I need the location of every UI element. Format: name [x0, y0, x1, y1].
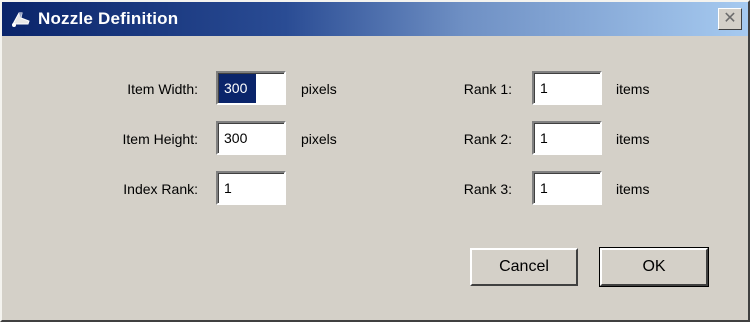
index-rank-label: Index Rank:	[123, 181, 198, 197]
close-icon: ✕	[723, 10, 737, 27]
rank-2-unit: items	[616, 131, 650, 147]
title-bar[interactable]: Nozzle Definition ✕	[2, 2, 748, 36]
rank-1-label: Rank 1:	[463, 81, 512, 97]
rank-3-label: Rank 3:	[463, 181, 512, 197]
rank-1-unit: items	[616, 81, 650, 97]
nozzle-icon	[10, 9, 32, 29]
item-width-unit: pixels	[301, 81, 337, 97]
ok-button[interactable]: OK	[599, 247, 709, 287]
rank-1-input[interactable]	[532, 71, 602, 105]
item-width-input[interactable]	[216, 71, 286, 105]
item-height-unit: pixels	[301, 131, 337, 147]
item-width-label: Item Width:	[127, 81, 198, 97]
index-rank-input[interactable]	[216, 171, 286, 205]
rank-2-label: Rank 2:	[463, 131, 512, 147]
rank-2-input[interactable]	[532, 121, 602, 155]
window-title: Nozzle Definition	[38, 9, 179, 28]
close-button[interactable]: ✕	[718, 8, 742, 30]
rank-3-input[interactable]	[532, 171, 602, 205]
cancel-button[interactable]: Cancel	[470, 248, 578, 286]
nozzle-definition-dialog: Nozzle Definition ✕ Item Width: pixels I…	[0, 0, 750, 322]
rank-3-unit: items	[616, 181, 650, 197]
item-height-input[interactable]	[216, 121, 286, 155]
item-height-label: Item Height:	[122, 131, 198, 147]
